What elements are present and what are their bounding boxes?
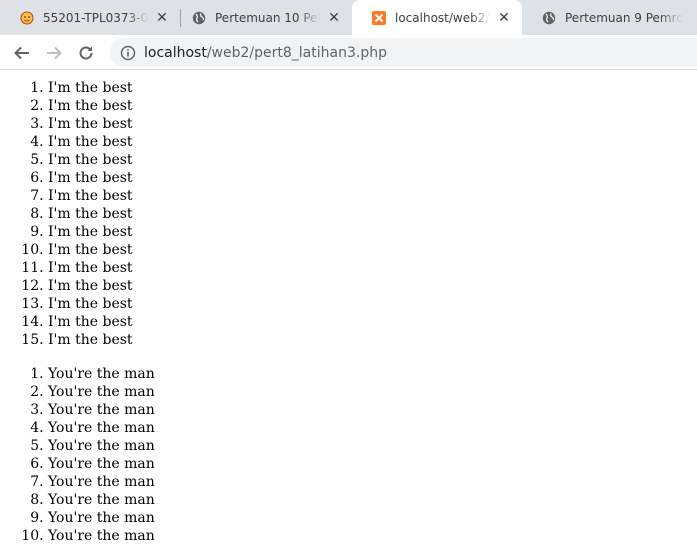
forward-button[interactable] bbox=[40, 39, 68, 67]
list-item: I'm the best bbox=[48, 187, 697, 205]
list-item: You're the man bbox=[48, 437, 697, 455]
tab-title: Pertemuan 10 Pemrograman bbox=[215, 10, 320, 25]
reload-icon bbox=[79, 46, 93, 60]
list-item: I'm the best bbox=[48, 205, 697, 223]
tab-title: 55201-TPL0373-06T bbox=[43, 10, 148, 25]
reload-button[interactable] bbox=[72, 39, 100, 67]
list-item: I'm the best bbox=[48, 331, 697, 349]
tab-4[interactable]: Pertemuan 9 Pemrograman bbox=[522, 0, 697, 35]
url-path: /web2/pert8_latihan3.php bbox=[206, 44, 387, 61]
list-item: You're the man bbox=[48, 383, 697, 401]
list-item: You're the man bbox=[48, 527, 697, 545]
xampp-icon bbox=[372, 10, 386, 25]
close-icon[interactable]: ✕ bbox=[154, 10, 170, 26]
list-item: I'm the best bbox=[48, 313, 697, 331]
list-item: I'm the best bbox=[48, 277, 697, 295]
list-item: You're the man bbox=[48, 455, 697, 473]
list-item: I'm the best bbox=[48, 115, 697, 133]
list-item: I'm the best bbox=[48, 169, 697, 187]
tab-2[interactable]: Pertemuan 10 Pemrograman ✕ bbox=[172, 0, 352, 35]
tab-strip: 55201-TPL0373-06T ✕ Pertemuan 10 Pemrogr… bbox=[0, 0, 697, 35]
tab-3-active[interactable]: localhost/web2/pert8_latihan3.php ✕ bbox=[352, 0, 522, 35]
list-item: You're the man bbox=[48, 419, 697, 437]
list-item: You're the man bbox=[48, 401, 697, 419]
ordered-list-best: I'm the bestI'm the bestI'm the bestI'm … bbox=[0, 79, 697, 349]
url-host: localhost bbox=[144, 44, 207, 61]
info-icon[interactable] bbox=[120, 45, 136, 61]
list-item: I'm the best bbox=[48, 259, 697, 277]
list-item: I'm the best bbox=[48, 97, 697, 115]
globe-icon bbox=[192, 11, 206, 25]
moodle-icon bbox=[20, 11, 34, 25]
close-icon[interactable]: ✕ bbox=[326, 10, 342, 26]
globe-icon bbox=[542, 11, 556, 25]
tab-1[interactable]: 55201-TPL0373-06T ✕ bbox=[0, 0, 180, 35]
ordered-list-man: You're the manYou're the manYou're the m… bbox=[0, 365, 697, 545]
close-icon[interactable]: ✕ bbox=[496, 10, 512, 26]
list-item: I'm the best bbox=[48, 295, 697, 313]
page-content: I'm the bestI'm the bestI'm the bestI'm … bbox=[0, 71, 697, 559]
browser-toolbar: localhost/web2/pert8_latihan3.php bbox=[0, 35, 697, 70]
list-item: You're the man bbox=[48, 473, 697, 491]
arrow-right-icon bbox=[47, 46, 62, 60]
tab-title: localhost/web2/pert8_latihan3.php bbox=[395, 10, 490, 25]
tab-title: Pertemuan 9 Pemrograman bbox=[565, 10, 683, 25]
list-item: I'm the best bbox=[48, 241, 697, 259]
list-item: You're the man bbox=[48, 509, 697, 527]
list-item: I'm the best bbox=[48, 133, 697, 151]
list-item: I'm the best bbox=[48, 79, 697, 97]
list-item: You're the man bbox=[48, 491, 697, 509]
arrow-left-icon bbox=[14, 46, 29, 60]
address-bar[interactable]: localhost/web2/pert8_latihan3.php bbox=[110, 38, 697, 67]
list-item: I'm the best bbox=[48, 223, 697, 241]
back-button[interactable] bbox=[8, 39, 36, 67]
list-item: I'm the best bbox=[48, 151, 697, 169]
list-item: You're the man bbox=[48, 365, 697, 383]
